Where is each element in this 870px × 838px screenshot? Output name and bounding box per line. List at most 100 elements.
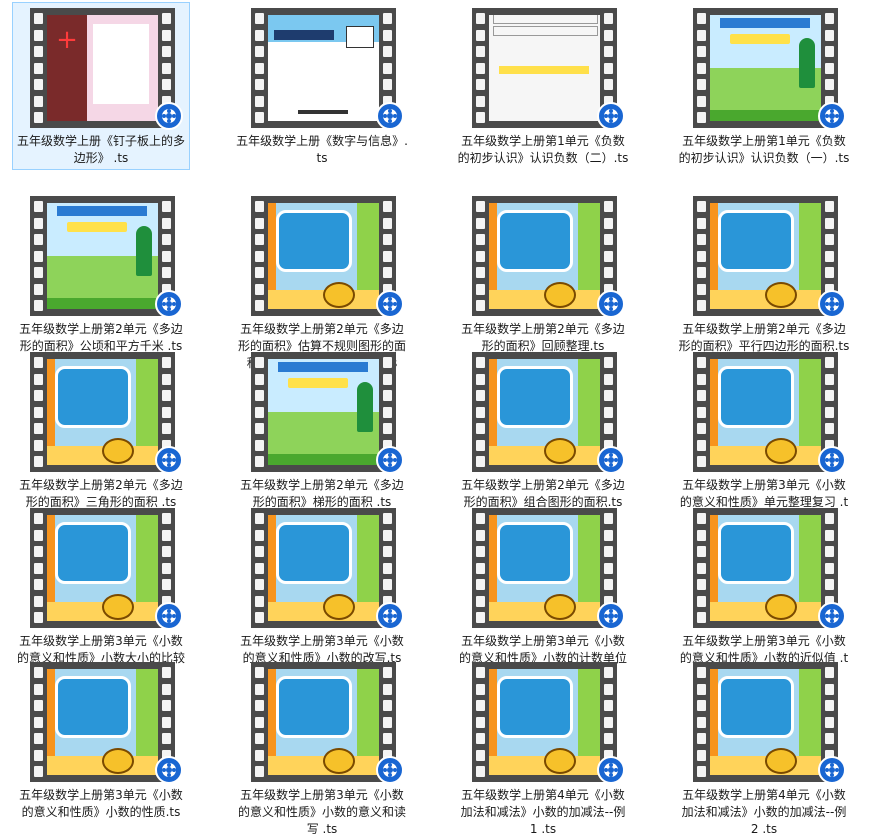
- file-name: 五年级数学上册第3单元《小数的意义和性质》小数的意义和读写 .ts: [237, 788, 406, 836]
- video-preview-frame: [489, 196, 600, 316]
- video-thumbnail: [472, 8, 625, 130]
- video-preview-frame: [489, 8, 600, 128]
- video-preview-frame: [489, 352, 600, 472]
- film-strip: [251, 8, 268, 128]
- film-strip: [30, 196, 47, 316]
- file-item[interactable]: 五年级数学上册第2单元《多边形的面积》回顾整理.ts: [454, 190, 632, 358]
- video-player-icon: [376, 446, 404, 474]
- film-strip: [251, 508, 268, 628]
- video-preview-frame: [268, 352, 379, 472]
- video-player-icon: [597, 756, 625, 784]
- video-player-icon: [376, 602, 404, 630]
- file-item[interactable]: 五年级数学上册第3单元《小数的意义和性质》小数的计数单位和数位顺序表 .ts: [454, 502, 632, 682]
- video-thumbnail: [30, 196, 183, 318]
- video-thumbnail: [693, 8, 846, 130]
- video-preview-frame: [489, 662, 600, 782]
- video-preview-frame: [268, 508, 379, 628]
- video-player-icon: [818, 290, 846, 318]
- video-preview-frame: +: [47, 8, 158, 128]
- file-item[interactable]: 五年级数学上册第3单元《小数的意义和性质》小数的性质.ts: [12, 656, 190, 824]
- file-name: 五年级数学上册第3单元《小数的意义和性质》小数的性质.ts: [19, 788, 183, 819]
- video-thumbnail: [251, 352, 404, 474]
- video-preview-frame: [47, 508, 158, 628]
- video-player-icon: [597, 602, 625, 630]
- file-item[interactable]: 五年级数学上册第2单元《多边形的面积》平行四边形的面积.ts: [675, 190, 853, 358]
- video-preview-frame: [710, 508, 821, 628]
- film-strip: [30, 508, 47, 628]
- video-player-icon: [376, 756, 404, 784]
- video-preview-frame: [710, 8, 821, 128]
- file-item[interactable]: 五年级数学上册第2单元《多边形的面积》梯形的面积 .ts: [233, 346, 411, 514]
- video-thumbnail: [30, 352, 183, 474]
- video-thumbnail: [251, 8, 404, 130]
- file-item[interactable]: 五年级数学上册第2单元《多边形的面积》估算不规则图形的面积及组合图形的面积练习 …: [233, 190, 411, 370]
- file-item[interactable]: 五年级数学上册第3单元《小数的意义和性质》小数的意义和读写 .ts: [233, 656, 411, 836]
- video-player-icon: [597, 446, 625, 474]
- film-strip: [472, 8, 489, 128]
- video-player-icon: [818, 446, 846, 474]
- file-item[interactable]: 五年级数学上册第3单元《小数的意义和性质》小数的近似值 .ts: [675, 502, 853, 682]
- film-strip: [693, 352, 710, 472]
- film-strip: [251, 662, 268, 782]
- file-name: 五年级数学上册第1单元《负数的初步认识》认识负数（二）.ts: [457, 134, 629, 165]
- video-thumbnail: +: [30, 8, 183, 130]
- file-item[interactable]: 五年级数学上册第1单元《负数的初步认识》认识负数（二）.ts: [454, 2, 632, 170]
- file-name: 五年级数学上册第4单元《小数加法和减法》小数的加减法--例2 .ts: [681, 788, 847, 836]
- video-preview-frame: [268, 196, 379, 316]
- file-item[interactable]: 五年级数学上册第4单元《小数加法和减法》小数的加减法--例2 .ts: [675, 656, 853, 836]
- video-thumbnail: [693, 662, 846, 784]
- film-strip: [472, 508, 489, 628]
- video-player-icon: [376, 102, 404, 130]
- video-thumbnail: [30, 662, 183, 784]
- video-preview-frame: [710, 196, 821, 316]
- file-name: 五年级数学上册第4单元《小数加法和减法》小数的加减法--例1 .ts: [460, 788, 626, 836]
- video-player-icon: [155, 102, 183, 130]
- video-thumbnail: [472, 196, 625, 318]
- file-item[interactable]: 五年级数学上册第4单元《小数加法和减法》小数的加减法--例1 .ts: [454, 656, 632, 836]
- file-item[interactable]: 五年级数学上册第3单元《小数的意义和性质》单元整理复习 .ts: [675, 346, 853, 526]
- video-thumbnail: [472, 508, 625, 630]
- film-strip: [251, 352, 268, 472]
- file-name: 五年级数学上册《数字与信息》.ts: [236, 134, 408, 165]
- video-player-icon: [597, 290, 625, 318]
- film-strip: [693, 508, 710, 628]
- video-player-icon: [597, 102, 625, 130]
- film-strip: [693, 662, 710, 782]
- video-player-icon: [155, 290, 183, 318]
- video-thumbnail: [693, 352, 846, 474]
- video-thumbnail: [251, 508, 404, 630]
- film-strip: [30, 352, 47, 472]
- file-item[interactable]: 五年级数学上册第3单元《小数的意义和性质》小数大小的比较 .ts: [12, 502, 190, 682]
- file-item[interactable]: 五年级数学上册第2单元《多边形的面积》组合图形的面积.ts: [454, 346, 632, 514]
- video-player-icon: [155, 446, 183, 474]
- video-player-icon: [376, 290, 404, 318]
- video-preview-frame: [268, 662, 379, 782]
- video-thumbnail: [693, 508, 846, 630]
- video-preview-frame: [47, 662, 158, 782]
- video-preview-frame: [47, 196, 158, 316]
- file-grid: + 五年级数学上册《钉子板上的多边形》 .ts 五年级数学上册《数字与信息》.ts 五…: [0, 0, 870, 836]
- video-preview-frame: [47, 352, 158, 472]
- file-item[interactable]: 五年级数学上册《数字与信息》.ts: [233, 2, 411, 170]
- video-thumbnail: [472, 352, 625, 474]
- video-preview-frame: [489, 508, 600, 628]
- film-strip: [30, 662, 47, 782]
- video-thumbnail: [251, 662, 404, 784]
- video-preview-frame: [710, 352, 821, 472]
- file-item[interactable]: 五年级数学上册第1单元《负数的初步认识》认识负数（一）.ts: [675, 2, 853, 170]
- video-thumbnail: [472, 662, 625, 784]
- film-strip: [472, 196, 489, 316]
- file-item[interactable]: 五年级数学上册第3单元《小数的意义和性质》小数的改写.ts: [233, 502, 411, 670]
- video-player-icon: [818, 756, 846, 784]
- film-strip: [30, 8, 47, 128]
- video-player-icon: [155, 756, 183, 784]
- video-preview-frame: [268, 8, 379, 128]
- video-thumbnail: [30, 508, 183, 630]
- video-player-icon: [818, 102, 846, 130]
- video-thumbnail: [693, 196, 846, 318]
- file-item[interactable]: 五年级数学上册第2单元《多边形的面积》三角形的面积 .ts: [12, 346, 190, 514]
- video-player-icon: [155, 602, 183, 630]
- file-item[interactable]: + 五年级数学上册《钉子板上的多边形》 .ts: [12, 2, 190, 170]
- file-item[interactable]: 五年级数学上册第2单元《多边形的面积》公顷和平方千米 .ts: [12, 190, 190, 358]
- film-strip: [693, 196, 710, 316]
